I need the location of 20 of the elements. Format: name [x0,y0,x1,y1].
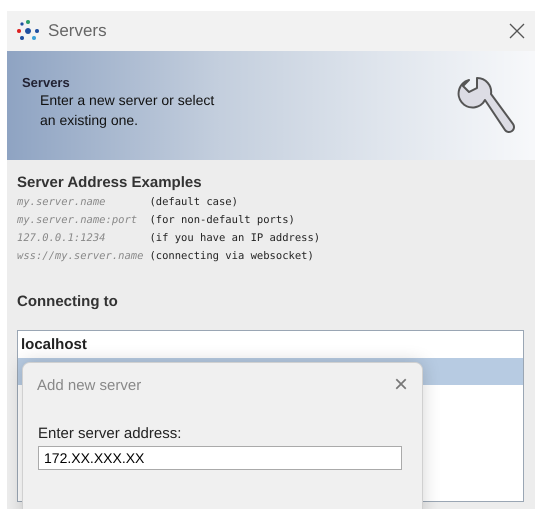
example-note: (connecting via websocket) [149,249,315,264]
section-heading: Connecting to [17,293,119,310]
example-address: my.server.name [17,195,107,210]
close-icon[interactable]: × [394,375,408,395]
app-logo-icon [16,19,40,43]
example-address: wss://my.server.name [17,249,144,264]
section-heading: Server Address Examples [17,174,203,191]
banner-title: Servers [22,75,71,90]
example-address: my.server.name:port [17,213,138,228]
server-address-field[interactable]: 172.XX.XXX.XX [38,446,402,470]
field-label: Enter server address: [38,425,182,442]
close-icon[interactable] [509,23,525,39]
dialog-title: Add new server [37,376,142,394]
example-note: (if you have an IP address) [149,231,322,246]
example-note: (default case) [149,195,239,210]
server-list-item[interactable]: localhost [18,331,523,358]
window-title: Servers [48,21,108,41]
example-address: 127.0.0.1:1234 [17,231,107,246]
example-note: (for non-default ports) [149,213,296,228]
banner-text: Enter a new server or select an existing one. [39,91,216,130]
